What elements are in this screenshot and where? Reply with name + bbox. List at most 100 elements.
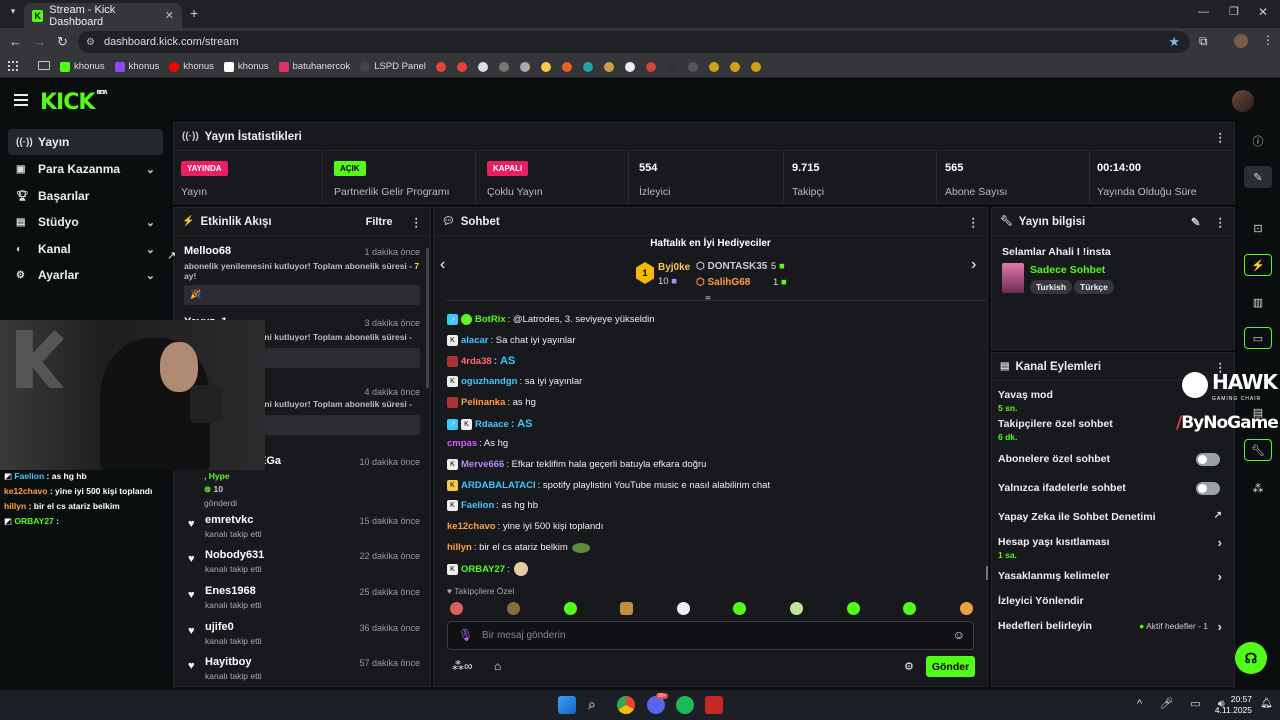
chat-settings-icon[interactable]: ⚙: [904, 660, 914, 673]
back-icon[interactable]: ←: [9, 34, 22, 49]
account-age-setting[interactable]: Hesap yaşı kısıtlaması 1 sa. ›: [998, 535, 1228, 560]
notification-bell-icon[interactable]: 🔔︎: [1260, 698, 1273, 709]
more-options-icon[interactable]: ⋮: [1215, 130, 1227, 144]
forward-icon[interactable]: →: [33, 34, 46, 49]
gmail-bookmark-icon[interactable]: [435, 61, 446, 72]
document-icon[interactable]: ▥: [1244, 291, 1272, 313]
chat-scrollbar[interactable]: [986, 566, 988, 580]
edit-pencil-icon[interactable]: ✎: [1191, 215, 1201, 229]
more-options-icon[interactable]: ⋮: [968, 215, 980, 229]
emote-icon[interactable]: [960, 602, 973, 615]
chat-message-input[interactable]: 🎙︎ Bir mesaj gönderin ☺: [447, 621, 974, 650]
bookmark-khonus-twitch[interactable]: khonus: [114, 61, 159, 72]
emote-icon[interactable]: [507, 602, 520, 615]
tab-list-button[interactable]: ▾: [6, 6, 20, 20]
emote-icon[interactable]: [677, 602, 690, 615]
bookmark-icon[interactable]: [729, 61, 740, 72]
user-avatar[interactable]: [1232, 90, 1254, 112]
emotes-only-toggle[interactable]: [1196, 482, 1220, 495]
emote-icon[interactable]: [620, 602, 633, 615]
clock[interactable]: 20:57 4.11.2025: [1214, 694, 1252, 716]
bookmark-icon[interactable]: [708, 61, 719, 72]
subscribers-only-toggle[interactable]: [1196, 453, 1220, 466]
store-icon[interactable]: ⌂: [494, 659, 501, 673]
lightning-icon[interactable]: ⚡: [1244, 254, 1272, 276]
bookmark-lspd-panel[interactable]: LSPD Panel: [360, 61, 426, 72]
close-window-button[interactable]: ✕: [1258, 5, 1268, 19]
emoji-icon[interactable]: ☺: [953, 628, 965, 642]
bookmark-batuhanercok[interactable]: batuhanercok: [278, 61, 350, 72]
kick-points-icon[interactable]: ⁂∞: [452, 659, 473, 673]
bookmark-icon[interactable]: [561, 61, 572, 72]
windows-start-icon[interactable]: [558, 696, 576, 714]
bookmark-icon[interactable]: [540, 61, 551, 72]
browser-tab[interactable]: K Stream - Kick Dashboard ✕: [24, 3, 182, 28]
bookmark-star-icon[interactable]: ★: [1168, 34, 1180, 50]
edit-pencil-icon[interactable]: ✎: [1244, 166, 1272, 188]
extensions-icon[interactable]: ⧉: [1199, 34, 1208, 49]
discord-icon[interactable]: 99+: [647, 693, 669, 714]
maximize-button[interactable]: ❐: [1229, 5, 1239, 18]
chat-bubble-icon[interactable]: ▭: [1244, 327, 1272, 349]
folder-icon[interactable]: [38, 61, 50, 70]
capture-icon[interactable]: ⊡: [1244, 217, 1272, 239]
category-name[interactable]: Sadece Sohbet: [1030, 264, 1105, 276]
wrench-icon[interactable]: 🔧︎: [1244, 439, 1272, 461]
more-options-icon[interactable]: ⋮: [1215, 215, 1227, 229]
hamburger-menu-icon[interactable]: [14, 94, 28, 106]
emote-icon[interactable]: [564, 602, 577, 615]
emote-icon[interactable]: [790, 602, 803, 615]
kick-points-icon[interactable]: ⁂: [1244, 477, 1272, 499]
search-icon[interactable]: ⌕: [588, 696, 606, 714]
ai-moderation-setting[interactable]: Yapay Zeka ile Sohbet Denetimi ↗: [998, 510, 1228, 523]
browser-menu-icon[interactable]: ⋮: [1262, 33, 1274, 47]
prev-arrow-icon[interactable]: ‹: [440, 256, 445, 274]
sidebar-item-yayin[interactable]: ((·)) Yayın: [8, 129, 163, 155]
support-headset-button[interactable]: ☊: [1235, 642, 1267, 674]
new-tab-button[interactable]: +: [190, 5, 198, 21]
bookmark-icon[interactable]: [477, 61, 488, 72]
close-tab-icon[interactable]: ✕: [165, 9, 174, 22]
send-button[interactable]: Gönder: [926, 656, 975, 677]
panel-icon[interactable]: ▤: [1244, 401, 1272, 423]
sidebar-item-studyo[interactable]: ▤ Stüdyo ⌄: [8, 209, 163, 235]
bookmark-icon[interactable]: [687, 61, 698, 72]
bookmark-khonus-youtube[interactable]: khonus: [169, 61, 214, 72]
microphone-icon[interactable]: 🎙︎: [458, 628, 473, 642]
app-icon[interactable]: [705, 696, 723, 714]
info-icon[interactable]: ⓘ: [1244, 130, 1272, 152]
profile-avatar[interactable]: [1234, 34, 1248, 48]
sidebar-item-para-kazanma[interactable]: ▣ Para Kazanma ⌄: [8, 156, 163, 182]
bookmark-icon[interactable]: [624, 61, 635, 72]
more-options-icon[interactable]: ⋮: [411, 215, 423, 229]
spotify-icon[interactable]: [676, 696, 694, 714]
emote-icon[interactable]: [733, 602, 746, 615]
bookmark-icon[interactable]: [666, 61, 677, 72]
sidebar-item-ayarlar[interactable]: ⚙ Ayarlar ⌄: [8, 262, 163, 288]
goals-setting[interactable]: Hedefleri belirleyin ● Aktif hedefler - 1…: [998, 619, 1228, 634]
bookmark-khonus-x[interactable]: khonus: [223, 61, 269, 72]
sidebar-item-basarilar[interactable]: 🏆︎ Başarılar: [8, 183, 163, 209]
bookmark-icon[interactable]: [582, 61, 593, 72]
banned-words-setting[interactable]: Yasaklanmış kelimeler ›: [998, 569, 1228, 584]
kick-logo[interactable]: KICK BETA: [40, 90, 108, 115]
bookmark-icon[interactable]: [603, 61, 614, 72]
bookmark-khonus-kick[interactable]: khonus: [60, 61, 105, 72]
emote-icon[interactable]: [847, 602, 860, 615]
filter-button[interactable]: Filtre: [366, 216, 393, 228]
next-arrow-icon[interactable]: ›: [971, 256, 976, 274]
chrome-icon[interactable]: [617, 696, 635, 714]
scrollbar[interactable]: [426, 248, 429, 388]
bookmark-icon[interactable]: [645, 61, 656, 72]
gmail-bookmark-icon[interactable]: [456, 61, 467, 72]
emote-icon[interactable]: [450, 602, 463, 615]
apps-grid-icon[interactable]: [8, 61, 18, 71]
site-info-icon[interactable]: ⚙: [86, 37, 95, 48]
sidebar-item-kanal[interactable]: ◐ Kanal ⌄: [8, 236, 163, 262]
raid-setting[interactable]: İzleyici Yönlendir: [998, 595, 1228, 607]
bookmark-icon[interactable]: [498, 61, 509, 72]
bookmark-icon[interactable]: [519, 61, 530, 72]
reload-icon[interactable]: ↻: [57, 34, 68, 50]
emote-icon[interactable]: [903, 602, 916, 615]
bookmark-icon[interactable]: [750, 61, 761, 72]
